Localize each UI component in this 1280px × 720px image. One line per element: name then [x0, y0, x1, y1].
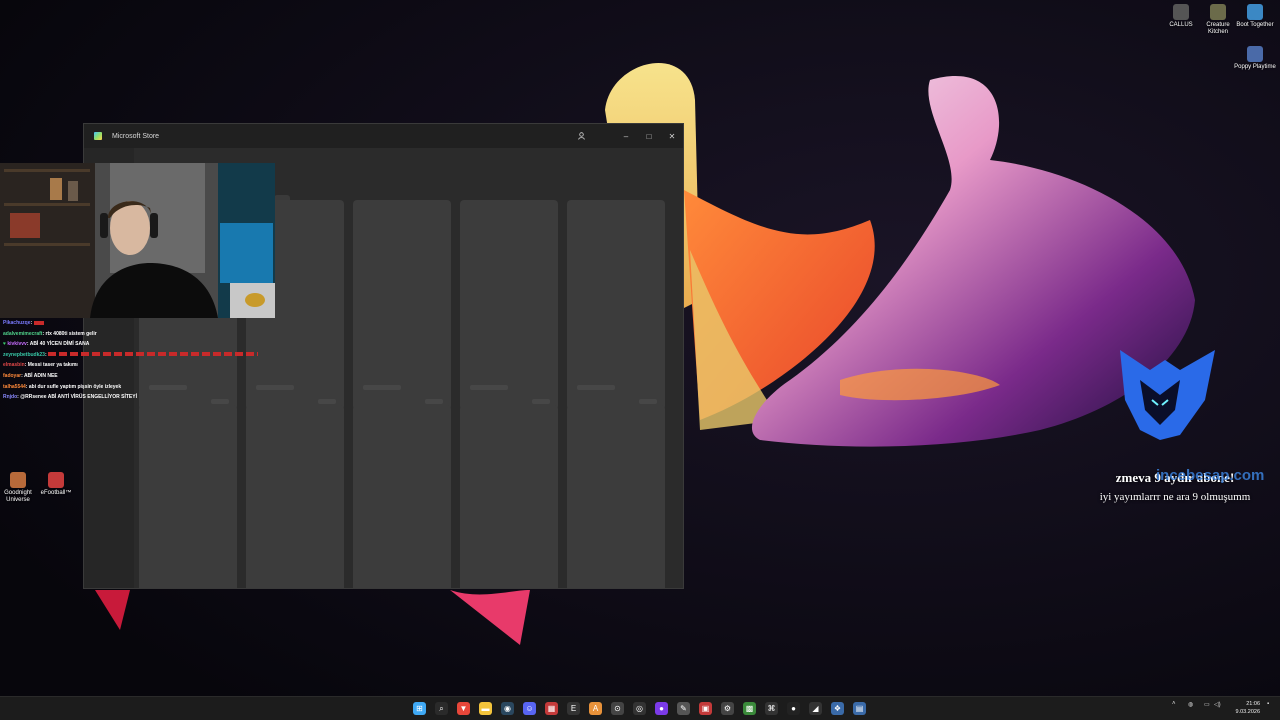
skeleton-card [460, 405, 558, 588]
microsoft-store-icon [94, 132, 102, 140]
chat-message: zeynepbetbudk23: [3, 350, 283, 361]
calendar-icon[interactable]: ▦ [545, 702, 558, 715]
skeleton-card [460, 200, 558, 410]
brave-icon[interactable]: ▼ [457, 702, 470, 715]
epic-games-icon[interactable]: E [567, 702, 580, 715]
alert-watermark: incebesap.com [1156, 467, 1265, 484]
obs-icon[interactable]: ◎ [633, 702, 646, 715]
chat-message: fadoyar: ABİ ADIN NEE [3, 372, 58, 379]
chat-message: talha5544: abi dur sufle yaptım pişsin ö… [3, 383, 122, 390]
minimize-button[interactable]: – [615, 124, 637, 148]
desktop-icon-goodnight-universe[interactable]: Goodnight Universe [0, 472, 39, 504]
aimp-icon[interactable]: A [589, 702, 602, 715]
notification-icon[interactable]: ▪ [1267, 701, 1269, 707]
volume-icon[interactable]: ◁) [1214, 701, 1221, 708]
game-icon [10, 472, 26, 488]
file-explorer-icon[interactable]: ▬ [479, 702, 492, 715]
app-icon[interactable]: ⊙ [611, 702, 624, 715]
taskbar-clock[interactable]: 21:06 9.03.2026 [1236, 700, 1260, 716]
minecraft-icon[interactable]: ▩ [743, 702, 756, 715]
account-button[interactable] [570, 124, 592, 148]
taskbar: ⊞ ⌕ ▼ ▬ ◉ ☺ ▦ E A ⊙ ◎ ● ✎ ▣ ⚙ ▩ ⌘ ● ◢ ❖ ▤ ˄ ◍ ▭ ◁) 21:06 9.0… [0, 696, 1280, 720]
game-icon [1173, 4, 1189, 20]
app-icon[interactable]: ✎ [677, 702, 690, 715]
chevron-up-icon[interactable]: ˄ [1172, 701, 1176, 707]
chat-message: Pikachuzqe: [3, 318, 283, 329]
app-icon[interactable]: ● [787, 702, 800, 715]
skeleton-card [353, 200, 451, 410]
search-icon[interactable]: ⌕ [435, 702, 448, 715]
app-icon[interactable]: ◢ [809, 702, 822, 715]
app-icon[interactable]: ▣ [699, 702, 712, 715]
start-icon[interactable]: ⊞ [413, 702, 426, 715]
chat-message: elmasbin: Messi taser ya takımı [3, 362, 78, 369]
skeleton-card [353, 405, 451, 588]
desktop-icon-efootball[interactable]: eFootball™ [35, 472, 77, 497]
window-titlebar[interactable]: Microsoft Store – □ ✕ [84, 124, 683, 148]
desktop-icon-callus[interactable]: CALLUS [1160, 4, 1202, 29]
network-icon[interactable]: ▭ [1204, 701, 1210, 708]
close-button[interactable]: ✕ [661, 124, 683, 148]
chat-message: Rnjdo: @RRsenee ABİ ANTİ VİRÜS ENGELLİYO… [3, 394, 137, 401]
desktop-icon-creature-kitchen[interactable]: Creature Kitchen [1197, 4, 1239, 36]
chat-message: ♥ kivkivvv: ABİ 40 YİCEN DİMİ SANA [3, 341, 90, 348]
discord-icon[interactable]: ☺ [523, 702, 536, 715]
app-icon[interactable]: ❖ [831, 702, 844, 715]
desktop-icon-poppy-playtime[interactable]: Poppy Playtime [1234, 46, 1276, 71]
game-icon [1247, 46, 1263, 62]
game-icon [1247, 4, 1263, 20]
game-icon [48, 472, 64, 488]
chat-message: adalvemimecraft: rtx 4080ti sistem gelir [3, 330, 97, 337]
skeleton-card [567, 405, 665, 588]
window-title: Microsoft Store [112, 132, 160, 140]
stream-chat: Pikachuzqe: adalvemimecraft: rtx 4080ti … [3, 318, 283, 403]
game-icon [1210, 4, 1226, 20]
account-icon [577, 132, 585, 140]
desktop-icon-boot-together[interactable]: Boot Together [1234, 4, 1276, 29]
alert-message: iyi yayımlarrr ne ara 9 olmuşumm [1099, 491, 1251, 503]
steam-icon[interactable]: ◉ [501, 702, 514, 715]
app-icon[interactable]: ⌘ [765, 702, 778, 715]
webcam-overlay [0, 163, 275, 318]
skeleton-card [139, 405, 237, 588]
skeleton-card [567, 200, 665, 410]
microsoft-store-icon[interactable]: ▤ [853, 702, 866, 715]
maximize-button[interactable]: □ [638, 124, 660, 148]
mic-icon[interactable]: ◍ [1188, 701, 1193, 708]
skeleton-card [246, 405, 344, 588]
purple-app-icon[interactable]: ● [655, 702, 668, 715]
subscription-alert: incebesap.com zmeva 9 aydır abone! iyi y… [1080, 467, 1270, 503]
settings-icon[interactable]: ⚙ [721, 702, 734, 715]
